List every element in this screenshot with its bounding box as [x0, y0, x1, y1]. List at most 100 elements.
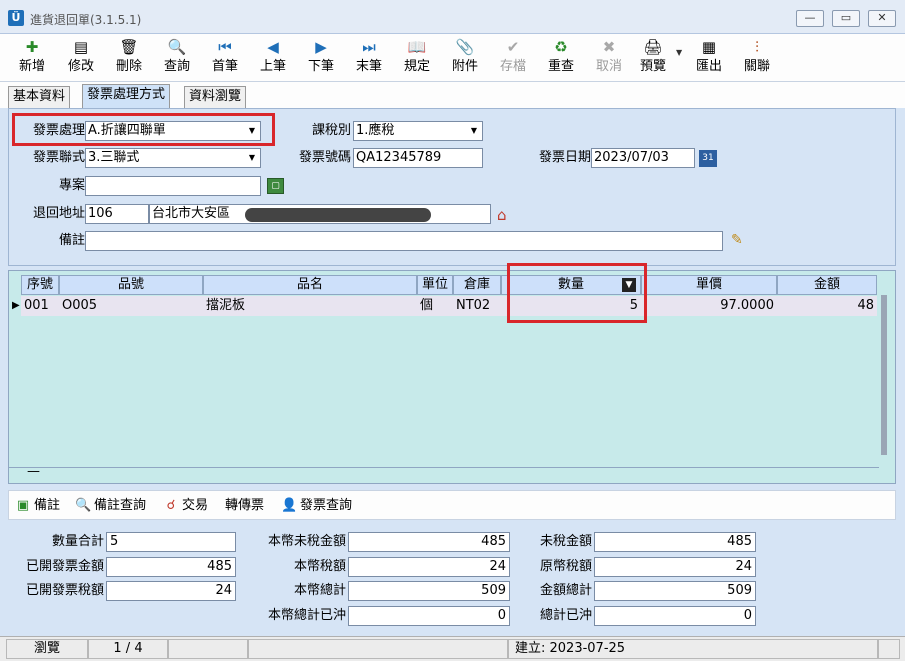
note-icon: ▣ — [16, 498, 30, 513]
tab-strip: 基本資料 發票處理方式 資料瀏覽 — [0, 82, 905, 108]
close-button[interactable]: ✕ — [868, 10, 896, 27]
column-header-amount[interactable]: 金額 — [777, 275, 877, 295]
maximize-button[interactable]: ▭ — [832, 10, 860, 27]
invoice-form-panel: 發票處理 A.折讓四聯單 ▼ 課稅別 1.應稅 ▼ 發票聯式 3.三聯式 ▼ 發票號碼… — [8, 108, 896, 266]
save-button[interactable]: ✔ 存檔 — [490, 36, 536, 80]
zip-code-field[interactable]: 106 — [85, 204, 149, 224]
column-header-unit[interactable]: 單位 — [417, 275, 453, 295]
project-label: 專案 — [58, 178, 85, 193]
issued-invoice-tax-label: 已開發票稅額 — [25, 583, 104, 598]
invoice-number-field[interactable]: QA12345789 — [353, 148, 483, 168]
preview-button[interactable]: 🖨 預覽 — [630, 36, 676, 80]
total-offset-field[interactable]: 0 — [594, 606, 756, 626]
amount-total-field[interactable]: 509 — [594, 581, 756, 601]
export-button[interactable]: ▦ 匯出 — [686, 36, 732, 80]
cell-item-name[interactable]: 擋泥板 — [203, 296, 417, 316]
detail-grid: 序號 品號 品名 單位 倉庫 數量 ▼ 單價 金額 ▶ 001 O005 擋泥板 … — [8, 263, 896, 484]
tax-type-select[interactable]: 1.應稅 ▼ — [353, 121, 483, 141]
project-field[interactable] — [85, 176, 261, 196]
next-record-button[interactable]: ▶ 下筆 — [298, 36, 344, 80]
refresh-icon: ♻ — [554, 38, 568, 56]
local-pretax-label: 本幣未稅金額 — [267, 534, 346, 549]
column-header-unit-price[interactable]: 單價 — [641, 275, 777, 295]
new-button[interactable]: ✚ 新增 — [9, 36, 55, 80]
issued-invoice-amount-field[interactable]: 485 — [106, 557, 236, 577]
app-icon: Ü — [8, 10, 24, 26]
pencil-icon[interactable]: ✎ — [731, 232, 743, 248]
toolbar: ✚ 新增 ▤ 修改 🗑 刪除 🔍 查詢 ⏮ 首筆 ◀ 上筆 ▶ 下筆 ⏭ 末筆 📖 規定 📎 附件 … — [0, 34, 905, 82]
pretax-field[interactable]: 485 — [594, 532, 756, 552]
transfer-voucher-button[interactable]: 轉傳票 — [225, 497, 264, 515]
tab-invoice-handling[interactable]: 發票處理方式 — [82, 84, 171, 108]
rules-icon: 📖 — [407, 38, 427, 56]
local-total-offset-field[interactable]: 0 — [348, 606, 510, 626]
last-record-button[interactable]: ⏭ 末筆 — [346, 36, 392, 80]
cell-item-no[interactable]: O005 — [59, 296, 203, 316]
title-bar: Ü 進貨退回單(3.1.5.1) — ▭ ✕ — [0, 0, 905, 34]
local-tax-field[interactable]: 24 — [348, 557, 510, 577]
local-total-label: 本幣總計 — [293, 583, 346, 598]
column-header-item-no[interactable]: 品號 — [59, 275, 203, 295]
lookup-icon[interactable]: ▢ — [267, 178, 284, 194]
preview-dropdown-icon[interactable]: ▼ — [676, 48, 682, 57]
prev-record-button[interactable]: ◀ 上筆 — [250, 36, 296, 80]
note-field[interactable] — [85, 231, 723, 251]
search-icon: 🔍 — [167, 38, 187, 56]
issued-invoice-tax-field[interactable]: 24 — [106, 581, 236, 601]
preview-icon: 🖨 — [643, 38, 663, 56]
note-button[interactable]: ▣ 備註 — [15, 497, 60, 515]
status-resize-grip — [878, 639, 900, 659]
delete-button[interactable]: 🗑 刪除 — [106, 36, 152, 80]
qty-total-field[interactable]: 5 — [106, 532, 236, 552]
note-search-button[interactable]: 🔍 備註查詢 — [75, 497, 146, 515]
requery-button[interactable]: ♻ 重查 — [538, 36, 584, 80]
window-title: 進貨退回單(3.1.5.1) — [30, 13, 142, 27]
status-empty-1 — [168, 639, 248, 659]
invoice-date-label: 發票日期 — [538, 150, 591, 165]
search-button[interactable]: 🔍 查詢 — [154, 36, 200, 80]
transaction-button[interactable]: ☌ 交易 — [163, 497, 208, 515]
first-icon: ⏮ — [218, 38, 232, 56]
invoice-search-button[interactable]: 👤 發票查詢 — [281, 497, 352, 515]
edit-icon: ▤ — [73, 38, 89, 56]
invoice-copies-select[interactable]: 3.三聯式 ▼ — [85, 148, 261, 168]
cell-unit[interactable]: 個 — [417, 296, 453, 316]
local-pretax-field[interactable]: 485 — [348, 532, 510, 552]
status-record-position: 1 / 4 — [88, 639, 168, 659]
vertical-scrollbar[interactable] — [881, 295, 887, 455]
column-header-warehouse[interactable]: 倉庫 — [453, 275, 501, 295]
rules-button[interactable]: 📖 規定 — [394, 36, 440, 80]
prev-icon: ◀ — [267, 38, 279, 56]
orig-tax-label: 原幣稅額 — [539, 559, 592, 574]
cancel-button[interactable]: ✖ 取消 — [586, 36, 632, 80]
column-header-item-name[interactable]: 品名 — [203, 275, 417, 295]
tab-basic-info[interactable]: 基本資料 — [8, 86, 71, 108]
local-total-field[interactable]: 509 — [348, 581, 510, 601]
total-offset-label: 總計已沖 — [539, 608, 592, 623]
column-header-seq[interactable]: 序號 — [21, 275, 59, 295]
invoice-date-field[interactable]: 2023/07/03 — [591, 148, 695, 168]
cell-unit-price[interactable]: 97.0000 — [641, 296, 777, 316]
relation-button[interactable]: ⫶ 關聯 — [734, 36, 780, 80]
first-record-button[interactable]: ⏮ 首筆 — [202, 36, 248, 80]
return-address-label: 退回地址 — [32, 206, 85, 221]
home-icon[interactable]: ⌂ — [497, 206, 507, 224]
minimize-button[interactable]: — — [796, 10, 824, 27]
tab-data-browse[interactable]: 資料瀏覽 — [184, 86, 247, 108]
orig-tax-field[interactable]: 24 — [594, 557, 756, 577]
attachment-icon: 📎 — [455, 38, 475, 56]
note-label: 備註 — [58, 233, 85, 248]
invoice-search-icon: 👤 — [281, 498, 298, 513]
cell-seq[interactable]: 001 — [21, 296, 59, 316]
attachment-button[interactable]: 📎 附件 — [442, 36, 488, 80]
calendar-icon[interactable]: 31 — [699, 150, 717, 167]
amount-total-label: 金額總計 — [539, 583, 592, 598]
pretax-label: 未稅金額 — [539, 534, 592, 549]
cell-warehouse[interactable]: NT02 — [453, 296, 501, 316]
issued-invoice-amount-label: 已開發票金額 — [25, 559, 104, 574]
chevron-down-icon[interactable]: ▼ — [467, 123, 481, 139]
status-created-date: 建立: 2023-07-25 — [508, 639, 878, 659]
chevron-down-icon[interactable]: ▼ — [245, 150, 259, 166]
edit-button[interactable]: ▤ 修改 — [58, 36, 104, 80]
cell-amount[interactable]: 48 — [777, 296, 877, 316]
